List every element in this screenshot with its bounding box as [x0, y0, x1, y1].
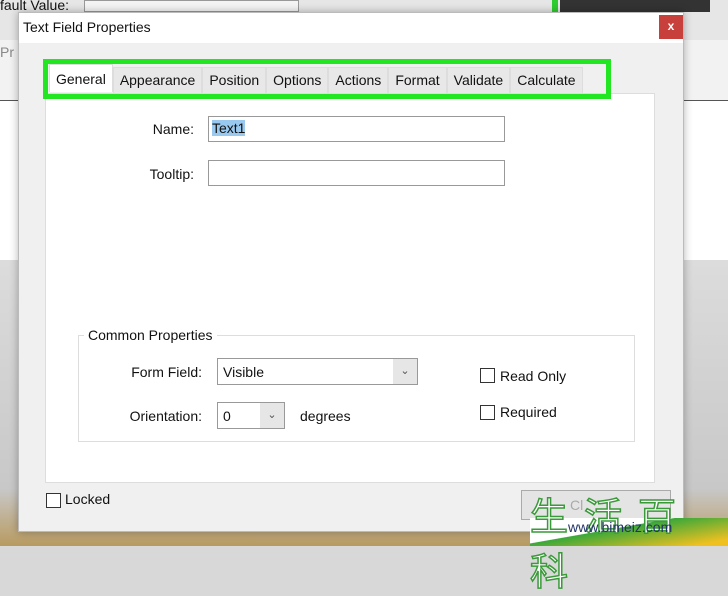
- watermark-url: www.bimeiz.com: [568, 519, 673, 535]
- dialog-title: Text Field Properties: [23, 19, 151, 35]
- required-checkbox[interactable]: [480, 405, 495, 420]
- form-field-value: Visible: [223, 364, 264, 380]
- background-partial-text: Pr: [0, 44, 14, 60]
- tab-format[interactable]: Format: [388, 67, 447, 93]
- tab-validate[interactable]: Validate: [446, 67, 511, 93]
- general-panel: Name: Text1 Tooltip: Common Properties F…: [45, 93, 655, 483]
- name-value: Text1: [212, 120, 246, 136]
- chevron-down-icon: ⌄: [393, 359, 417, 384]
- name-label: Name:: [152, 121, 194, 137]
- watermark-logo: 生活百科: [529, 494, 693, 595]
- tab-options[interactable]: Options: [266, 67, 329, 93]
- background-accent: [552, 0, 558, 12]
- orientation-select[interactable]: 0 ⌄: [217, 402, 285, 429]
- close-icon[interactable]: x: [659, 15, 683, 39]
- common-properties-title: Common Properties: [84, 327, 217, 343]
- locked-label: Locked: [65, 491, 111, 507]
- form-field-label: Form Field:: [131, 364, 202, 380]
- degrees-label: degrees: [300, 408, 351, 424]
- read-only-checkbox[interactable]: [480, 368, 495, 383]
- background-panel: [560, 0, 710, 12]
- chevron-down-icon: ⌄: [260, 403, 284, 428]
- tab-appearance[interactable]: Appearance: [112, 67, 203, 93]
- tab-calculate[interactable]: Calculate: [510, 67, 583, 93]
- text-field-properties-dialog: Text Field Properties x Name: Text1 Tool…: [18, 12, 684, 532]
- background-field: [84, 0, 299, 12]
- tab-bar: General Appearance Position Options Acti…: [49, 64, 583, 93]
- tab-actions[interactable]: Actions: [328, 67, 389, 93]
- tooltip-label: Tooltip:: [149, 166, 194, 182]
- name-input[interactable]: Text1: [208, 116, 505, 142]
- tooltip-input[interactable]: [208, 160, 505, 186]
- tab-position[interactable]: Position: [202, 67, 267, 93]
- required-label: Required: [500, 404, 557, 420]
- common-properties-group: [78, 335, 635, 442]
- orientation-label: Orientation:: [129, 408, 202, 424]
- read-only-label: Read Only: [500, 368, 567, 384]
- tab-general[interactable]: General: [49, 64, 113, 92]
- title-bar: Text Field Properties x: [19, 13, 683, 43]
- form-field-select[interactable]: Visible ⌄: [217, 358, 418, 385]
- locked-checkbox[interactable]: [46, 493, 61, 508]
- orientation-value: 0: [223, 408, 231, 424]
